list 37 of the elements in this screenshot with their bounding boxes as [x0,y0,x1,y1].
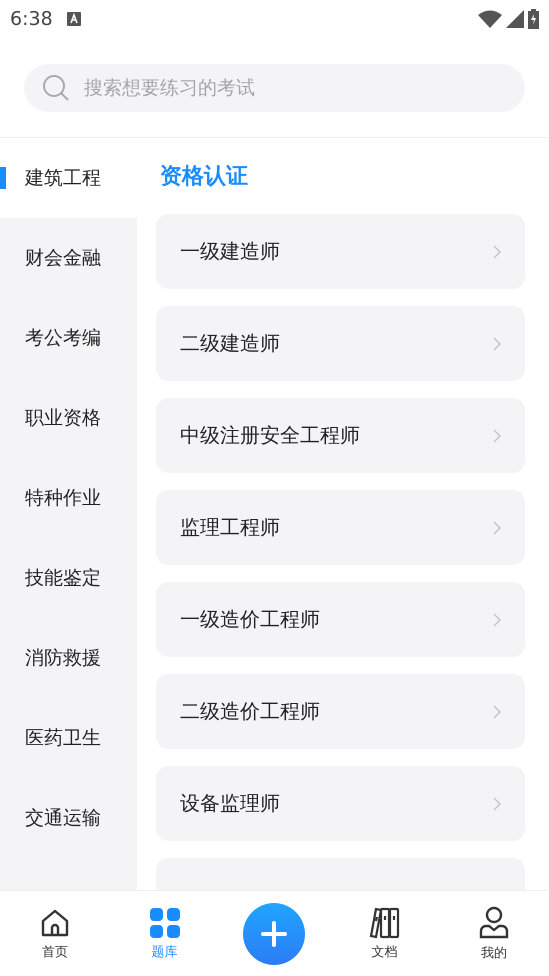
chevron-right-icon [493,428,501,442]
sidebar-item[interactable]: 建筑工程 [0,138,137,218]
binders-icon [367,906,402,938]
chevron-right-icon [493,704,501,718]
tab-bar-item[interactable]: 首页 [0,906,110,960]
search-field[interactable]: 搜索想要练习的考试 [24,64,525,112]
exam-list-item[interactable]: 二级造价工程师 [156,674,525,749]
exam-list-item[interactable]: 设备监理师 [156,766,525,841]
sidebar-item[interactable]: 交通运输 [0,778,137,858]
wifi-icon [478,10,502,28]
chevron-right-icon [493,244,501,258]
chevron-right-icon [493,796,501,810]
sidebar-item[interactable]: 技能鉴定 [0,538,137,618]
exam-list-item[interactable]: 二级建造师 [156,306,525,381]
tab-bar-item[interactable]: 我的 [439,906,549,962]
signal-icon [506,10,524,28]
chevron-right-icon [493,612,501,626]
battery-charging-icon [528,9,539,29]
user-icon [478,906,510,940]
status-time: 6:38 [10,8,53,30]
chevron-right-icon [493,520,501,534]
section-title: 资格认证 [159,163,249,191]
exam-list-item[interactable]: 一级造价工程师 [156,582,525,657]
plus-icon [261,920,288,946]
sidebar-item[interactable]: 考公考编 [0,298,137,378]
grid-icon [148,906,181,938]
sidebar-item[interactable]: 医药卫生 [0,698,137,778]
exam-list-item[interactable]: 一级建造师 [156,214,525,289]
sidebar-item[interactable]: 职业资格 [0,378,137,458]
chevron-right-icon [493,336,501,350]
keyboard-notification-icon [66,12,81,26]
exam-list-item[interactable]: 监理工程师 [156,490,525,565]
tab-bar-item[interactable]: 文档 [329,906,440,960]
sidebar-item[interactable]: 特种作业 [0,458,137,538]
exam-list-item[interactable]: 中级注册安全工程师 [156,398,525,473]
sidebar-item[interactable]: 财会金融 [0,218,137,298]
sidebar-item[interactable]: 消防救援 [0,618,137,698]
